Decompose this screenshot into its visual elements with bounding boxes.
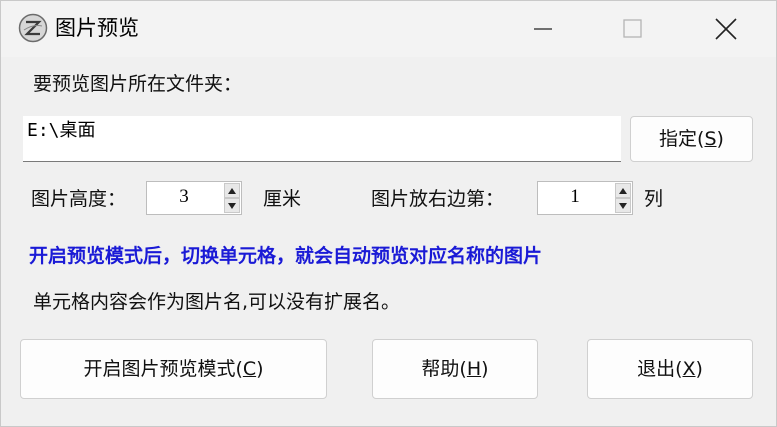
exit-button-label: 退出( (637, 358, 683, 380)
height-value[interactable]: 3 (147, 182, 221, 214)
column-label: 图片放右边第： (371, 188, 505, 210)
column-down-arrow-icon[interactable] (615, 198, 631, 213)
column-value[interactable]: 1 (538, 182, 612, 214)
minimize-icon (534, 28, 552, 30)
minimize-button[interactable] (514, 1, 572, 57)
exit-button-mnemonic: X (682, 358, 696, 380)
maximize-button[interactable] (604, 1, 662, 57)
hint-text: 单元格内容会作为图片名,可以没有扩展名。 (33, 291, 401, 313)
height-unit-label: 厘米 (263, 188, 302, 210)
preview-mode-button-label-end: ) (256, 358, 264, 380)
exit-button[interactable]: 退出(X) (587, 339, 753, 399)
close-button[interactable] (697, 1, 755, 57)
folder-path-value: E:\桌面 (27, 120, 96, 141)
specify-button-label: 指定( (659, 128, 705, 150)
specify-button[interactable]: 指定(S) (630, 116, 753, 162)
folder-path-input[interactable]: E:\桌面 (23, 116, 621, 162)
height-down-arrow-icon[interactable] (224, 198, 240, 213)
specify-button-label-end: ) (716, 128, 724, 150)
title-bar: 图片预览 (1, 1, 776, 57)
column-up-arrow-icon[interactable] (615, 183, 631, 198)
dialog-window: 图片预览 要预览图片所在文件夹： E:\桌面 指定(S) 图片高度： 3 厘米 … (0, 0, 777, 427)
folder-prompt-label: 要预览图片所在文件夹： (33, 73, 243, 95)
help-button-label-end: ) (481, 358, 489, 380)
zinc-logo-icon (18, 13, 48, 43)
window-title: 图片预览 (55, 16, 139, 40)
help-button-label: 帮助( (421, 358, 467, 380)
preview-mode-button[interactable]: 开启图片预览模式(C) (20, 339, 327, 399)
help-button[interactable]: 帮助(H) (372, 339, 538, 399)
notice-text: 开启预览模式后，切换单元格，就会自动预览对应名称的图片 (29, 245, 543, 267)
exit-button-label-end: ) (695, 358, 703, 380)
column-spinner[interactable]: 1 (537, 181, 633, 215)
preview-mode-button-mnemonic: C (242, 358, 257, 380)
maximize-icon (623, 19, 642, 38)
height-up-arrow-icon[interactable] (224, 183, 240, 198)
height-spinner[interactable]: 3 (146, 181, 242, 215)
help-button-mnemonic: H (466, 358, 482, 380)
height-label: 图片高度： (31, 188, 127, 210)
specify-button-mnemonic: S (704, 128, 717, 150)
column-unit-label: 列 (644, 188, 664, 210)
close-icon (715, 18, 737, 40)
preview-mode-button-label: 开启图片预览模式( (83, 358, 243, 380)
